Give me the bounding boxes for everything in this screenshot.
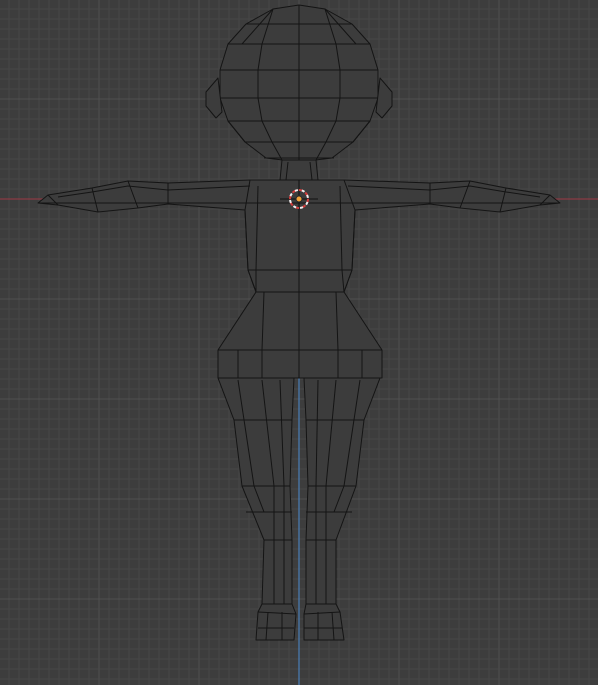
3d-viewport[interactable] [0,0,598,685]
viewport-canvas[interactable] [0,0,598,685]
origin-point-icon[interactable] [295,195,303,203]
